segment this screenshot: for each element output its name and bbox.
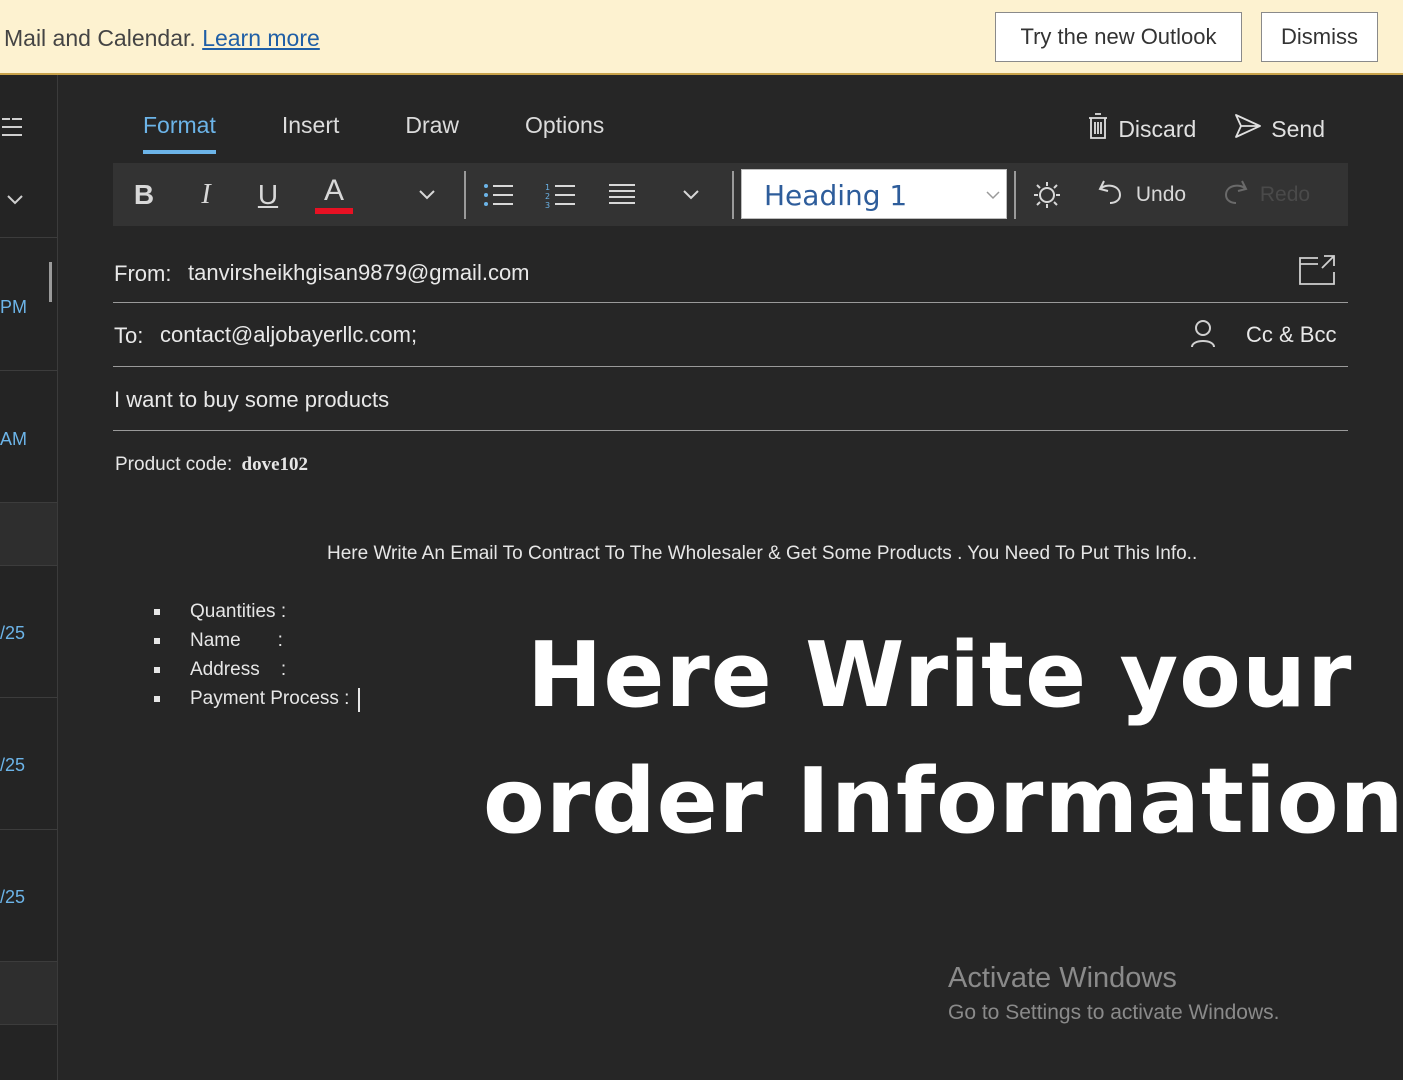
divider bbox=[0, 565, 57, 566]
svg-text:3: 3 bbox=[545, 201, 550, 209]
instruction-text: Here Write An Email To Contract To The W… bbox=[327, 543, 1198, 564]
to-label: To: bbox=[114, 323, 144, 348]
divider bbox=[0, 829, 57, 830]
chevron-down-icon bbox=[986, 191, 1000, 200]
watermark-title: Activate Windows bbox=[948, 962, 1177, 994]
dismiss-button[interactable]: Dismiss bbox=[1261, 12, 1378, 62]
person-icon[interactable] bbox=[1190, 319, 1216, 354]
tab-options[interactable]: Options bbox=[525, 112, 604, 154]
pop-out-icon[interactable] bbox=[1298, 252, 1336, 291]
tab-draw[interactable]: Draw bbox=[405, 112, 459, 154]
trash-icon bbox=[1087, 112, 1118, 146]
separator bbox=[732, 171, 734, 219]
send-icon bbox=[1234, 113, 1271, 145]
banner-message: Mail and Calendar. Learn more bbox=[4, 25, 320, 52]
tab-format[interactable]: Format bbox=[143, 112, 216, 154]
undo-button[interactable]: Undo bbox=[1093, 163, 1189, 226]
numbering-icon[interactable]: 123 bbox=[543, 163, 577, 226]
chevron-down-icon[interactable] bbox=[413, 163, 441, 226]
redo-button[interactable]: Redo bbox=[1217, 163, 1313, 226]
divider bbox=[0, 237, 57, 238]
cc-bcc-button[interactable]: Cc & Bcc bbox=[1246, 322, 1336, 348]
message-time: /25 bbox=[0, 755, 26, 775]
text-caret bbox=[358, 688, 360, 712]
list-item: Name : bbox=[152, 629, 349, 658]
list-item: Payment Process : bbox=[152, 687, 349, 716]
group-header bbox=[0, 503, 57, 565]
product-code-line: Product code: dove102 bbox=[115, 454, 308, 476]
align-icon[interactable] bbox=[605, 163, 639, 226]
to-field[interactable]: contact@aljobayerllc.com; bbox=[160, 322, 417, 348]
learn-more-link[interactable]: Learn more bbox=[202, 25, 320, 51]
chevron-down-icon[interactable] bbox=[677, 163, 705, 226]
format-toolbar: B I U A 123 Heading 1 Undo Redo bbox=[113, 163, 1348, 226]
separator bbox=[1014, 171, 1016, 219]
group-header bbox=[0, 962, 57, 1024]
divider bbox=[0, 1024, 57, 1025]
font-color-swatch bbox=[315, 207, 353, 214]
undo-icon bbox=[1096, 177, 1126, 213]
discard-button[interactable]: Discard bbox=[1087, 112, 1196, 146]
list-item: Quantities : bbox=[152, 600, 349, 629]
order-info-list: Quantities : Name : Address : Payment Pr… bbox=[152, 600, 349, 716]
font-color-glyph: A bbox=[323, 173, 344, 207]
discard-label: Discard bbox=[1118, 115, 1197, 142]
from-row: From: tanvirsheikhgisan9879@gmail.com bbox=[113, 240, 1348, 303]
from-field[interactable]: tanvirsheikhgisan9879@gmail.com bbox=[188, 260, 530, 286]
product-code-label: Product code: bbox=[115, 454, 233, 475]
paragraph-style-select[interactable]: Heading 1 bbox=[741, 169, 1007, 219]
font-color-button[interactable]: A bbox=[313, 163, 355, 226]
send-label: Send bbox=[1271, 115, 1325, 142]
svg-text:1: 1 bbox=[545, 183, 550, 192]
styles-sun-icon[interactable] bbox=[1030, 163, 1064, 226]
compose-actions: Discard Send bbox=[1049, 112, 1325, 146]
info-banner: Mail and Calendar. Learn more Try the ne… bbox=[0, 0, 1403, 75]
message-time: AM bbox=[0, 429, 27, 449]
list-item: Address : bbox=[152, 658, 349, 687]
tab-insert[interactable]: Insert bbox=[282, 112, 340, 154]
from-label: From: bbox=[114, 261, 172, 286]
activate-windows-watermark: Activate Windows Go to Settings to activ… bbox=[948, 962, 1280, 1025]
banner-text: Mail and Calendar. bbox=[4, 25, 196, 51]
subject-field[interactable]: I want to buy some products bbox=[114, 387, 389, 413]
send-button[interactable]: Send bbox=[1234, 112, 1325, 146]
overlay-line-1: Here Write your bbox=[527, 623, 1353, 728]
overlay-line-2: order Information bbox=[483, 749, 1403, 854]
chevron-down-icon[interactable] bbox=[6, 193, 24, 211]
ribbon-tabs: Format Insert Draw Options bbox=[143, 112, 670, 154]
undo-label: Undo bbox=[1135, 182, 1187, 206]
try-new-outlook-button[interactable]: Try the new Outlook bbox=[995, 12, 1242, 62]
style-value: Heading 1 bbox=[764, 179, 908, 212]
redo-icon bbox=[1220, 177, 1250, 213]
message-time: PM bbox=[0, 297, 27, 317]
filter-icon[interactable] bbox=[0, 115, 22, 146]
divider bbox=[0, 697, 57, 698]
divider bbox=[0, 370, 57, 371]
watermark-subtitle: Go to Settings to activate Windows. bbox=[948, 1001, 1280, 1024]
italic-button[interactable]: I bbox=[189, 163, 223, 226]
redo-label: Redo bbox=[1259, 182, 1311, 206]
separator bbox=[464, 171, 466, 219]
message-time: /25 bbox=[0, 887, 26, 907]
underline-button[interactable]: U bbox=[251, 163, 285, 226]
scrollbar-thumb[interactable] bbox=[49, 262, 52, 302]
subject-row: I want to buy some products bbox=[113, 367, 1348, 431]
svg-text:2: 2 bbox=[545, 192, 550, 201]
message-list-edge: PM AM /25 /25 /25 bbox=[0, 75, 58, 1080]
message-time: /25 bbox=[0, 623, 26, 643]
product-code-value: dove102 bbox=[241, 454, 309, 475]
to-row: To: contact@aljobayerllc.com; Cc & Bcc bbox=[113, 303, 1348, 367]
bullets-icon[interactable] bbox=[481, 163, 515, 226]
bold-button[interactable]: B bbox=[127, 163, 161, 226]
